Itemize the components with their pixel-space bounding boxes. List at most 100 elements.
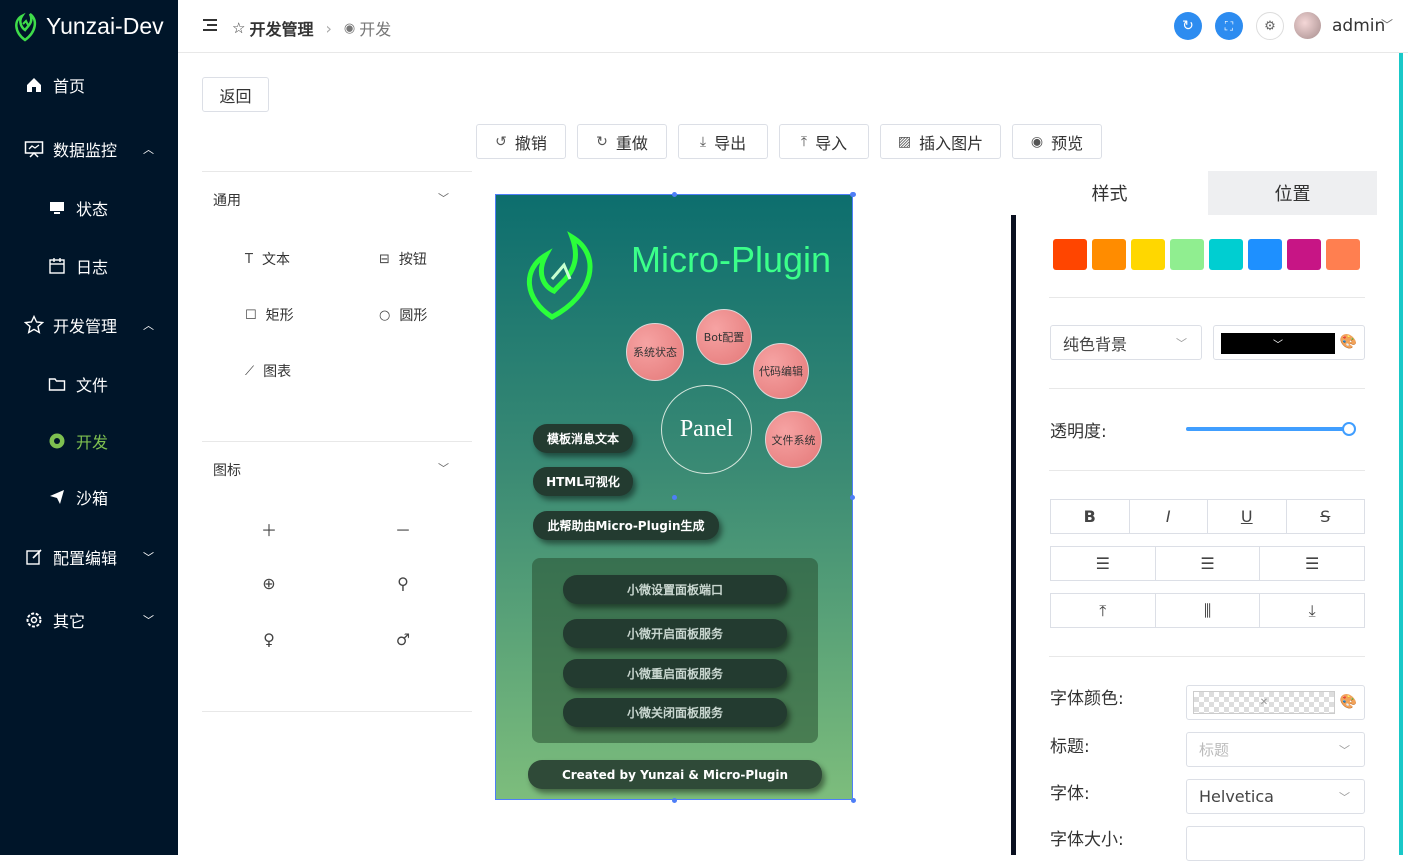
opacity-slider[interactable] [1186, 422, 1356, 436]
palette-icon[interactable]: 🎨 [1340, 334, 1357, 350]
avatar[interactable] [1294, 12, 1321, 39]
template-message-pill[interactable]: 模板消息文本 [533, 424, 633, 453]
color-swatch[interactable] [1092, 239, 1126, 270]
minus-icon[interactable]: － [393, 517, 413, 541]
resize-handle[interactable] [672, 798, 677, 803]
sidebar-item-home[interactable]: 首页 [0, 73, 178, 97]
tab-style[interactable]: 样式 [1011, 171, 1208, 215]
sidebar-item-dev[interactable]: 开发 [0, 429, 178, 453]
component-chart[interactable]: ⟋ 图表 [245, 361, 291, 381]
insert-image-button[interactable]: ▨ 插入图片 [880, 124, 1001, 159]
plus-icon[interactable]: ＋ [259, 517, 279, 541]
resize-handle[interactable] [672, 192, 677, 197]
search-icon[interactable]: ⚲ [393, 574, 413, 593]
resize-handle[interactable] [850, 192, 855, 197]
component-circle[interactable]: ○ 圆形 [379, 305, 427, 325]
resize-handle[interactable] [850, 495, 855, 500]
canvas-title[interactable]: Micro-Plugin [631, 239, 831, 281]
inner-pill-set-port[interactable]: 小微设置面板端口 [563, 575, 787, 604]
italic-button[interactable]: I [1130, 500, 1208, 533]
resize-handle[interactable] [672, 495, 677, 500]
import-button[interactable]: ⤒ 导入 [779, 124, 869, 159]
panel-circle[interactable]: Panel [661, 385, 752, 474]
component-button[interactable]: ⊟ 按钮 [379, 249, 427, 269]
fullscreen-button[interactable]: ⛶ [1215, 12, 1243, 40]
sidebar-item-log[interactable]: 日志 [0, 254, 178, 278]
color-swatch[interactable] [1053, 239, 1087, 270]
preview-label: 预览 [1051, 133, 1084, 153]
sidebar-item-config[interactable]: 配置编辑 ﹀ [0, 545, 178, 569]
home-icon [24, 75, 44, 95]
chevron-down-icon[interactable]: ﹀ [1381, 16, 1393, 33]
bubble-code-edit[interactable]: 代码编辑 [753, 343, 809, 399]
font-family-select[interactable]: Helvetica ﹀ [1186, 779, 1365, 814]
component-text[interactable]: T 文本 [245, 249, 290, 269]
align-right-button[interactable]: ☰ [1260, 547, 1364, 580]
align-left-button[interactable]: ☰ [1051, 547, 1156, 580]
help-generated-pill[interactable]: 此帮助由Micro-Plugin生成 [533, 511, 719, 540]
circle-icon: ○ [379, 307, 391, 323]
footer-pill[interactable]: Created by Yunzai & Micro-Plugin [528, 760, 822, 789]
preview-button[interactable]: ◉ 预览 [1012, 124, 1102, 159]
color-swatch[interactable] [1326, 239, 1360, 270]
settings-button[interactable]: ⚙ [1256, 12, 1284, 40]
title-select[interactable]: 标题 ﹀ [1186, 732, 1365, 767]
back-button[interactable]: 返回 [202, 77, 269, 112]
color-swatch[interactable] [1131, 239, 1165, 270]
html-visual-pill[interactable]: HTML可视化 [533, 467, 633, 496]
upload-icon: ⤒ [800, 133, 808, 150]
bubble-bot-config[interactable]: Bot配置 [696, 309, 752, 365]
color-swatch[interactable] [1287, 239, 1321, 270]
inner-pill-stop[interactable]: 小微关闭面板服务 [563, 698, 787, 727]
bold-button[interactable]: B [1051, 500, 1130, 533]
component-rect[interactable]: ☐ 矩形 [245, 305, 294, 325]
square-icon: ☐ [245, 307, 257, 323]
desktop-icon [47, 198, 67, 218]
bubble-filesystem[interactable]: 文件系统 [765, 411, 822, 468]
inner-pill-restart[interactable]: 小微重启面板服务 [563, 659, 787, 688]
color-swatch[interactable] [1209, 239, 1243, 270]
fullscreen-icon: ⛶ [1224, 18, 1234, 33]
undo-button[interactable]: ↺ 撤销 [476, 124, 566, 159]
opacity-slider-handle[interactable] [1342, 422, 1356, 436]
general-section-title[interactable]: 通用 [213, 190, 241, 210]
chevron-down-icon[interactable]: ﹀ [438, 190, 449, 206]
sidebar-item-status[interactable]: 状态 [0, 196, 178, 220]
bubble-system-status[interactable]: 系统状态 [626, 323, 684, 381]
palette-icon[interactable]: 🎨 [1340, 694, 1357, 710]
brand[interactable]: Yunzai-Dev [0, 0, 178, 52]
sidebar-item-files[interactable]: 文件 [0, 372, 178, 396]
sidebar-item-dev-manage[interactable]: 开发管理 ︿ [0, 313, 178, 337]
align-middle-button[interactable]: ⫼ [1156, 594, 1261, 627]
breadcrumb-item[interactable]: 开发管理 [249, 16, 313, 40]
female-icon[interactable]: ♀ [259, 630, 279, 649]
color-swatch[interactable] [1248, 239, 1282, 270]
strikethrough-button[interactable]: S [1287, 500, 1365, 533]
tab-position[interactable]: 位置 [1208, 171, 1377, 215]
background-type-select[interactable]: 纯色背景 ﹀ [1050, 325, 1202, 360]
font-size-input[interactable] [1186, 826, 1365, 861]
plus-circle-icon[interactable]: ⊕ [259, 574, 279, 593]
color-swatch[interactable] [1170, 239, 1204, 270]
icons-section-title[interactable]: 图标 [213, 460, 241, 480]
align-center-button[interactable]: ☰ [1156, 547, 1261, 580]
male-icon[interactable]: ♂ [393, 630, 413, 649]
align-top-button[interactable]: ⤒ [1051, 594, 1156, 627]
sidebar-item-monitor[interactable]: 数据监控 ︿ [0, 137, 178, 161]
export-button[interactable]: ⤓ 导出 [678, 124, 768, 159]
inner-pill-start[interactable]: 小微开启面板服务 [563, 619, 787, 648]
resize-handle[interactable] [851, 798, 856, 803]
refresh-button[interactable]: ↻ [1174, 12, 1202, 40]
align-bottom-button[interactable]: ⤓ [1260, 594, 1364, 627]
sidebar-item-other[interactable]: 其它 ﹀ [0, 608, 178, 632]
scroll-indicator[interactable] [1399, 53, 1403, 855]
background-color-picker[interactable]: ﹀ 🎨 [1213, 325, 1365, 360]
username[interactable]: admin [1332, 16, 1385, 36]
redo-button[interactable]: ↻ 重做 [577, 124, 667, 159]
underline-button[interactable]: U [1208, 500, 1287, 533]
sidebar-item-sandbox[interactable]: 沙箱 [0, 485, 178, 509]
chevron-down-icon[interactable]: ﹀ [438, 460, 449, 476]
font-color-picker[interactable]: ✕ 🎨 [1186, 685, 1365, 720]
panel-splitter[interactable] [1011, 194, 1016, 855]
menu-toggle-icon[interactable] [203, 18, 217, 36]
